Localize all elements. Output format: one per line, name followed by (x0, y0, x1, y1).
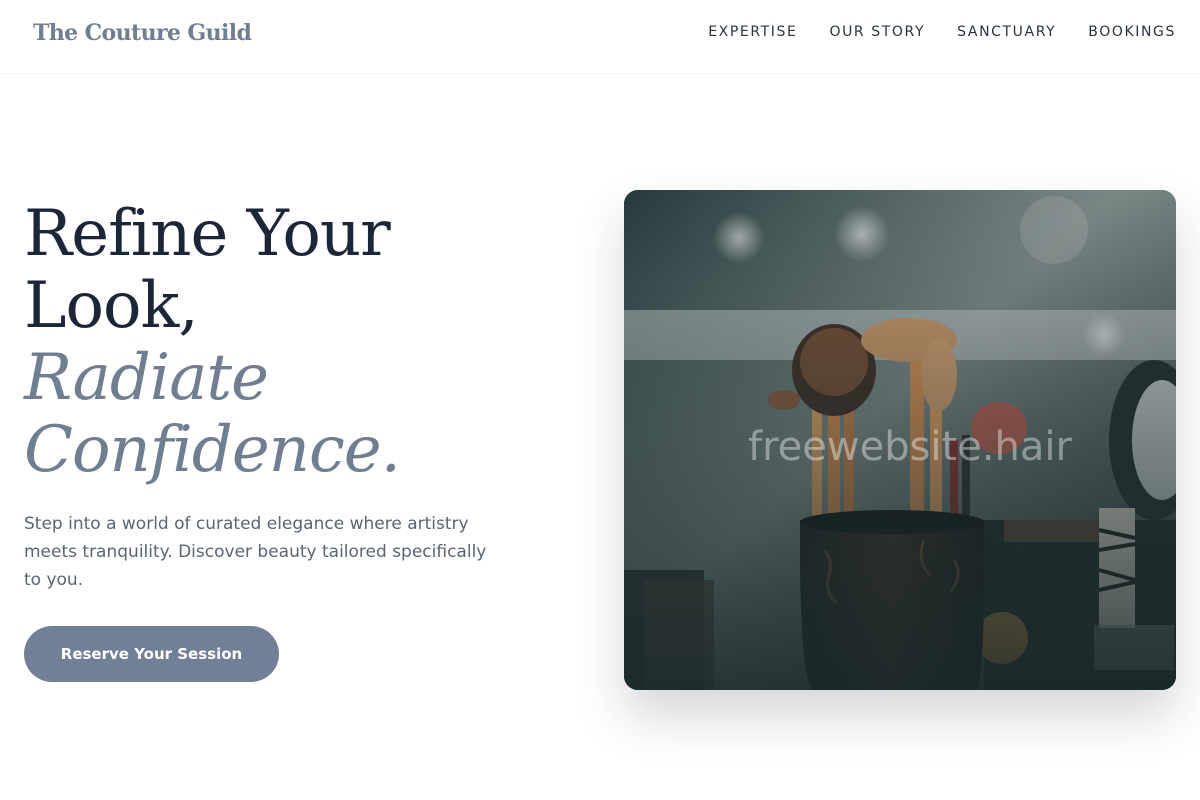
hero-title-line-2: Look, (24, 269, 199, 343)
hero-title-accent-1: Radiate (24, 341, 269, 415)
hero-title: Refine Your Look, Radiate Confidence. (24, 197, 401, 487)
reserve-session-button[interactable]: Reserve Your Session (24, 626, 279, 682)
nav-link-expertise[interactable]: EXPERTISE (708, 24, 797, 40)
hero-image-makeup-brushes: freewebsite.hair (624, 190, 1176, 690)
hero-title-line-1: Refine Your (24, 197, 391, 271)
brand-logo[interactable]: The Couture Guild (33, 20, 252, 46)
nav-link-sanctuary[interactable]: SANCTUARY (957, 24, 1056, 40)
hero-title-accent-2: Confidence. (24, 413, 401, 487)
site-header: The Couture Guild EXPERTISE OUR STORY SA… (0, 0, 1200, 74)
nav-link-bookings[interactable]: BOOKINGS (1088, 24, 1176, 40)
hero-description: Step into a world of curated elegance wh… (24, 514, 487, 590)
makeup-brushes-illustration: freewebsite.hair (624, 190, 1176, 690)
photo-watermark: freewebsite.hair (748, 424, 1073, 470)
nav-link-our-story[interactable]: OUR STORY (829, 24, 925, 40)
main-nav: EXPERTISE OUR STORY SANCTUARY BOOKINGS (676, 24, 1176, 40)
